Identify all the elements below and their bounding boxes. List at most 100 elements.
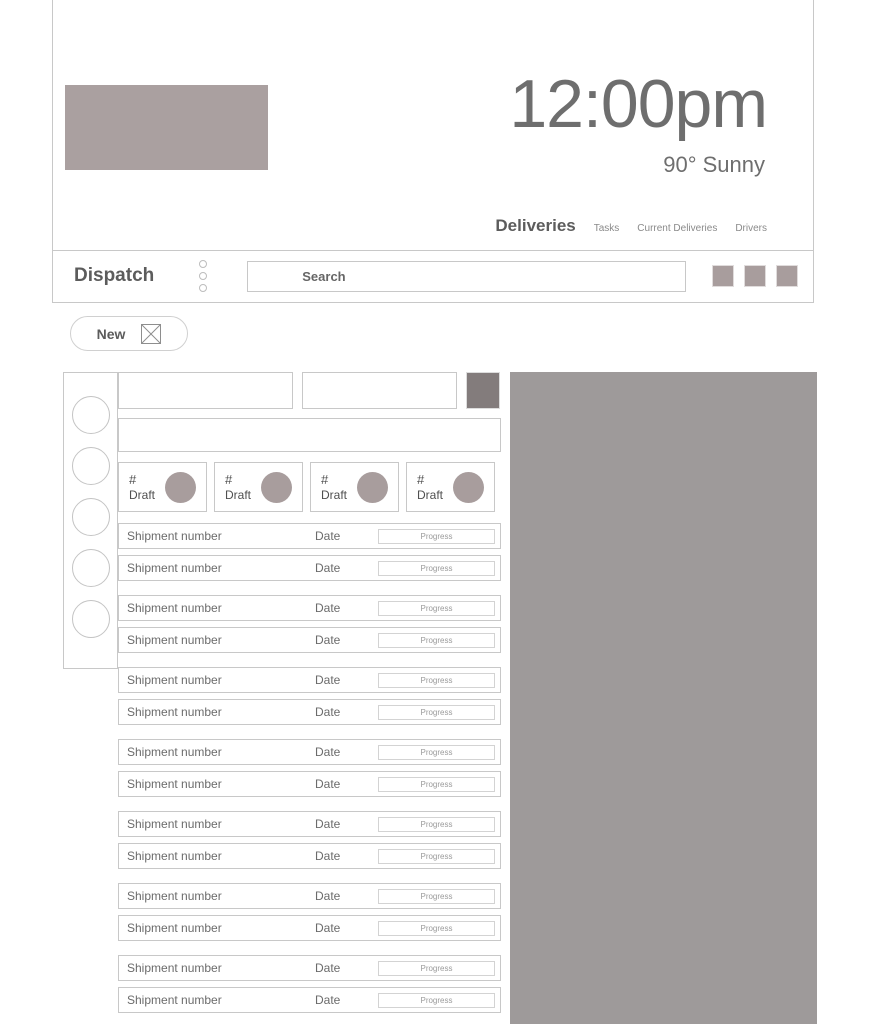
form-square-button[interactable] [466,372,500,409]
shipment-date: Date [315,817,341,831]
nav-item-drivers[interactable]: Drivers [735,223,767,234]
shipment-number: Shipment number [127,601,222,615]
progress-label: Progress [420,851,453,861]
shipment-row[interactable]: Shipment number Date Progress [118,667,501,693]
shipment-number: Shipment number [127,777,222,791]
header-zone: 12:00pm 90° Sunny Deliveries Tasks Curre… [53,0,813,251]
stat-card[interactable]: # Draft [310,462,399,512]
search-input[interactable]: Search [247,260,687,292]
toolbar-icon-button-2[interactable] [744,265,767,287]
weather-readout: 90° Sunny [663,152,765,177]
shipment-number: Shipment number [127,745,222,759]
shipment-number: Shipment number [127,561,222,575]
shipment-number: Shipment number [127,705,222,719]
avatar[interactable] [71,396,110,434]
search-label: Search [302,268,346,284]
shipment-date: Date [315,745,341,759]
shipment-row[interactable]: Shipment number Date Progress [118,771,501,797]
nav-item-current-deliveries[interactable]: Current Deliveries [637,223,717,234]
progress-bar[interactable]: Progress [378,744,495,760]
nav-item-deliveries[interactable]: Deliveries [495,216,575,236]
main-column: # Draft # Draft # Draft # Draft Shipment… [118,372,501,1027]
shipment-row[interactable]: Shipment number Date Progress [118,987,501,1013]
progress-bar[interactable]: Progress [378,672,495,688]
three-dot-vertical-menu-icon[interactable] [199,260,208,292]
form-input-b[interactable] [302,372,457,409]
shipment-row[interactable]: Shipment number Date Progress [118,699,501,725]
shipment-group: Shipment number Date Progress Shipment numb… [118,739,501,797]
shipment-date: Date [315,561,341,575]
shipment-date: Date [315,921,341,935]
progress-bar[interactable]: Progress [378,632,495,648]
progress-bar[interactable]: Progress [378,848,495,864]
shipment-row[interactable]: Shipment number Date Progress [118,555,501,581]
avatar[interactable] [71,600,110,638]
kebab-dot-3 [199,284,208,292]
shipment-row[interactable]: Shipment number Date Progress [118,883,501,909]
toolbar-icon-button-1[interactable] [712,265,735,287]
progress-bar[interactable]: Progress [378,704,495,720]
progress-label: Progress [420,923,453,933]
progress-bar[interactable]: Progress [378,960,495,976]
stat-count: # [321,472,329,487]
nav-item-tasks[interactable]: Tasks [594,223,620,234]
stat-card[interactable]: # Draft [214,462,303,512]
progress-bar[interactable]: Progress [378,528,495,544]
stat-count: # [129,472,137,487]
progress-label: Progress [420,563,453,573]
stat-label: Draft [321,488,348,502]
shipment-date: Date [315,633,341,647]
shipment-date: Date [315,849,341,863]
progress-label: Progress [420,819,453,829]
progress-label: Progress [420,531,453,541]
stat-circle-icon [453,472,484,503]
logo-placeholder [65,85,268,170]
avatar[interactable] [71,447,110,485]
shipment-number: Shipment number [127,529,222,543]
app-toolbar: Dispatch Search [53,251,813,301]
progress-bar[interactable]: Progress [378,600,495,616]
stat-card[interactable]: # Draft [118,462,207,512]
new-button-label: New [96,325,126,342]
new-button[interactable]: New [70,316,188,351]
shipment-group: Shipment number Date Progress Shipment numb… [118,667,501,725]
crossed-box-placeholder-icon [141,323,162,344]
shipment-row[interactable]: Shipment number Date Progress [118,811,501,837]
shipment-group: Shipment number Date Progress Shipment numb… [118,955,501,1013]
shipment-row[interactable]: Shipment number Date Progress [118,523,501,549]
primary-nav: Deliveries Tasks Current Deliveries Driv… [495,216,767,236]
shipment-row[interactable]: Shipment number Date Progress [118,739,501,765]
header-frame: 12:00pm 90° Sunny Deliveries Tasks Curre… [52,0,814,303]
form-input-wide[interactable] [118,418,501,452]
shipment-date: Date [315,601,341,615]
shipment-row[interactable]: Shipment number Date Progress [118,915,501,941]
shipment-group: Shipment number Date Progress Shipment numb… [118,883,501,941]
shipment-row[interactable]: Shipment number Date Progress [118,627,501,653]
shipment-date: Date [315,889,341,903]
stat-count: # [417,472,425,487]
shipment-row[interactable]: Shipment number Date Progress [118,843,501,869]
shipment-row[interactable]: Shipment number Date Progress [118,595,501,621]
shipment-number: Shipment number [127,961,222,975]
form-input-a[interactable] [118,372,293,409]
stat-card-group: # Draft # Draft # Draft # Draft [118,462,501,512]
shipment-number: Shipment number [127,849,222,863]
shipment-row[interactable]: Shipment number Date Progress [118,955,501,981]
progress-bar[interactable]: Progress [378,992,495,1008]
toolbar-icon-group [712,265,799,287]
progress-bar[interactable]: Progress [378,816,495,832]
progress-label: Progress [420,603,453,613]
avatar[interactable] [71,549,110,587]
shipment-group: Shipment number Date Progress Shipment numb… [118,595,501,653]
avatar[interactable] [71,498,110,536]
shipment-group: Shipment number Date Progress Shipment numb… [118,523,501,581]
progress-label: Progress [420,779,453,789]
progress-bar[interactable]: Progress [378,920,495,936]
progress-bar[interactable]: Progress [378,560,495,576]
shipment-number: Shipment number [127,673,222,687]
kebab-dot-2 [199,272,208,280]
toolbar-icon-button-3[interactable] [776,265,799,287]
stat-card[interactable]: # Draft [406,462,495,512]
progress-bar[interactable]: Progress [378,776,495,792]
progress-bar[interactable]: Progress [378,888,495,904]
